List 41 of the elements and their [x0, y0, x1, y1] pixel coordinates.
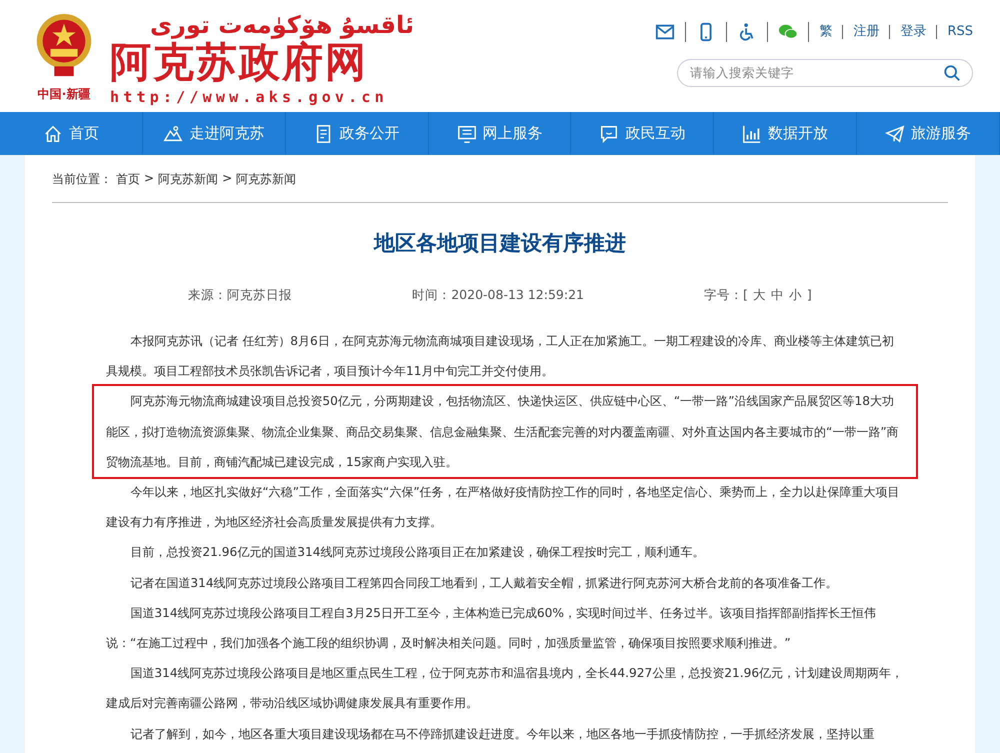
breadcrumb-separator: >: [222, 171, 232, 187]
bar-chart-icon: [742, 124, 762, 144]
mail-icon[interactable]: [655, 22, 686, 42]
article-title: 地区各地项目建设有序推进: [372, 230, 627, 257]
article-source: 来源：阿克苏日报: [188, 287, 292, 304]
home-icon: [42, 124, 63, 144]
font-size-label: 字号：[: [704, 287, 748, 304]
header-link[interactable]: 登录: [900, 25, 938, 39]
chat-bubbles-icon[interactable]: [778, 22, 810, 42]
uyghur-site-title: ئاقسۇ ھۆكۈمەت تورى: [149, 12, 414, 38]
article-time: 时间：2020-08-13 12:59:21: [412, 287, 584, 304]
breadcrumb-separator: >: [144, 171, 154, 187]
header-link[interactable]: 注册: [853, 25, 890, 39]
paragraph: 目前，总投资21.96亿元的国道314线阿克苏过境段公路项目正在加紧建设，确保工程按时完工，顺利通车。: [129, 544, 706, 562]
emblem-caption: 中国·新疆: [38, 86, 90, 103]
bracket-text: ]: [806, 287, 812, 304]
paragraph: 国道314线阿克苏过境段公路项目是地区重点民生工程，位于阿克苏市和温宿县境内，全长44.927公里，总投资21.96亿元，计划建设周期两年，建成后对完善南疆公路网，带动沿线区域协调健康发展具有重要作用。: [106, 665, 904, 712]
breadcrumb-link[interactable]: 阿克苏新闻: [158, 171, 218, 188]
font-size-link[interactable]: 小: [788, 287, 802, 304]
paragraph: 国道314线阿克苏过境段公路项目工程自3月25日开工至今，主体构造已完成60%，实现时间过半、任务过半。该项目指挥部副指挥长王恒伟说：“在施工过程中，我们加强各个施工段的组织协调，及时解决相关问题。同时，加强质量监管，确保项目按照要求顺利推进。”: [106, 604, 878, 652]
header-link[interactable]: RSS: [947, 25, 973, 39]
paragraph: 本报阿克苏讯（记者 任红芳）8月6日，在阿克苏海元物流商城项目建设现场，工人正在加紧施工。一期工程建设的冷库、商业楼等主体建筑已初具规模。项目工程部技术员张凯告诉记者，项目预计今年11月中旬完工并交付使用。: [106, 333, 895, 380]
paragraph: 今年以来，地区扎实做好“六稳”工作，全面落实“六保”任务，在严格做好疫情防控工作的同时，各地坚定信心、乘势而上，全力以赴保障重大项目建设有力有序推进，为地区经济社会高质量发展提供有力支撑。: [106, 484, 901, 532]
site-url: http://www.aks.gov.cn: [110, 88, 389, 106]
paragraph: 记者在国道314线阿克苏过境段公路项目工程第四合同段工地看到，工人戴着安全帽，抓紧进行阿克苏河大桥合龙前的各项准备工作。: [129, 574, 839, 592]
highlighted-paragraph: 阿克苏海元物流商城建设项目总投资50亿元，分两期建设，包括物流区、快递快运区、供应链中心区、“一带一路”沿线国家产品展贸区等18大功能区，拟打造物流资源集聚、物流企业集聚、商品交易集聚、信息金融集聚、生活配套完善的对内覆盖南疆、对外直达国内各主要城市的“一带一路”商贸物流基地。目前，商铺汽配城已建设完成，15家商户实现入驻。: [92, 384, 918, 480]
search-icon[interactable]: [943, 64, 961, 82]
site-name: 阿克苏政府网: [110, 38, 368, 86]
paper-plane-icon: [885, 124, 906, 144]
chat-icon: [599, 124, 620, 144]
paragraph: 记者了解到，如今，地区各重大项目建设现场都在马不停蹄抓建设赶进度。今年以来，地区各地一手抓疫情防控，一手抓经济发展，坚持以重: [129, 726, 876, 743]
breadcrumb-link[interactable]: 阿克苏新闻: [236, 171, 296, 188]
font-size-link[interactable]: 中: [770, 287, 784, 304]
mountain-icon: [163, 124, 184, 144]
font-size-link[interactable]: 大: [752, 287, 766, 304]
monitor-icon: [456, 124, 476, 144]
header-link[interactable]: 繁: [819, 25, 844, 39]
wheelchair-icon[interactable]: [737, 22, 768, 42]
search-field[interactable]: 请输入搜索关键字: [677, 59, 973, 87]
breadcrumb-link[interactable]: 首页: [116, 171, 140, 188]
breadcrumb-label: 当前位置：: [52, 171, 112, 188]
